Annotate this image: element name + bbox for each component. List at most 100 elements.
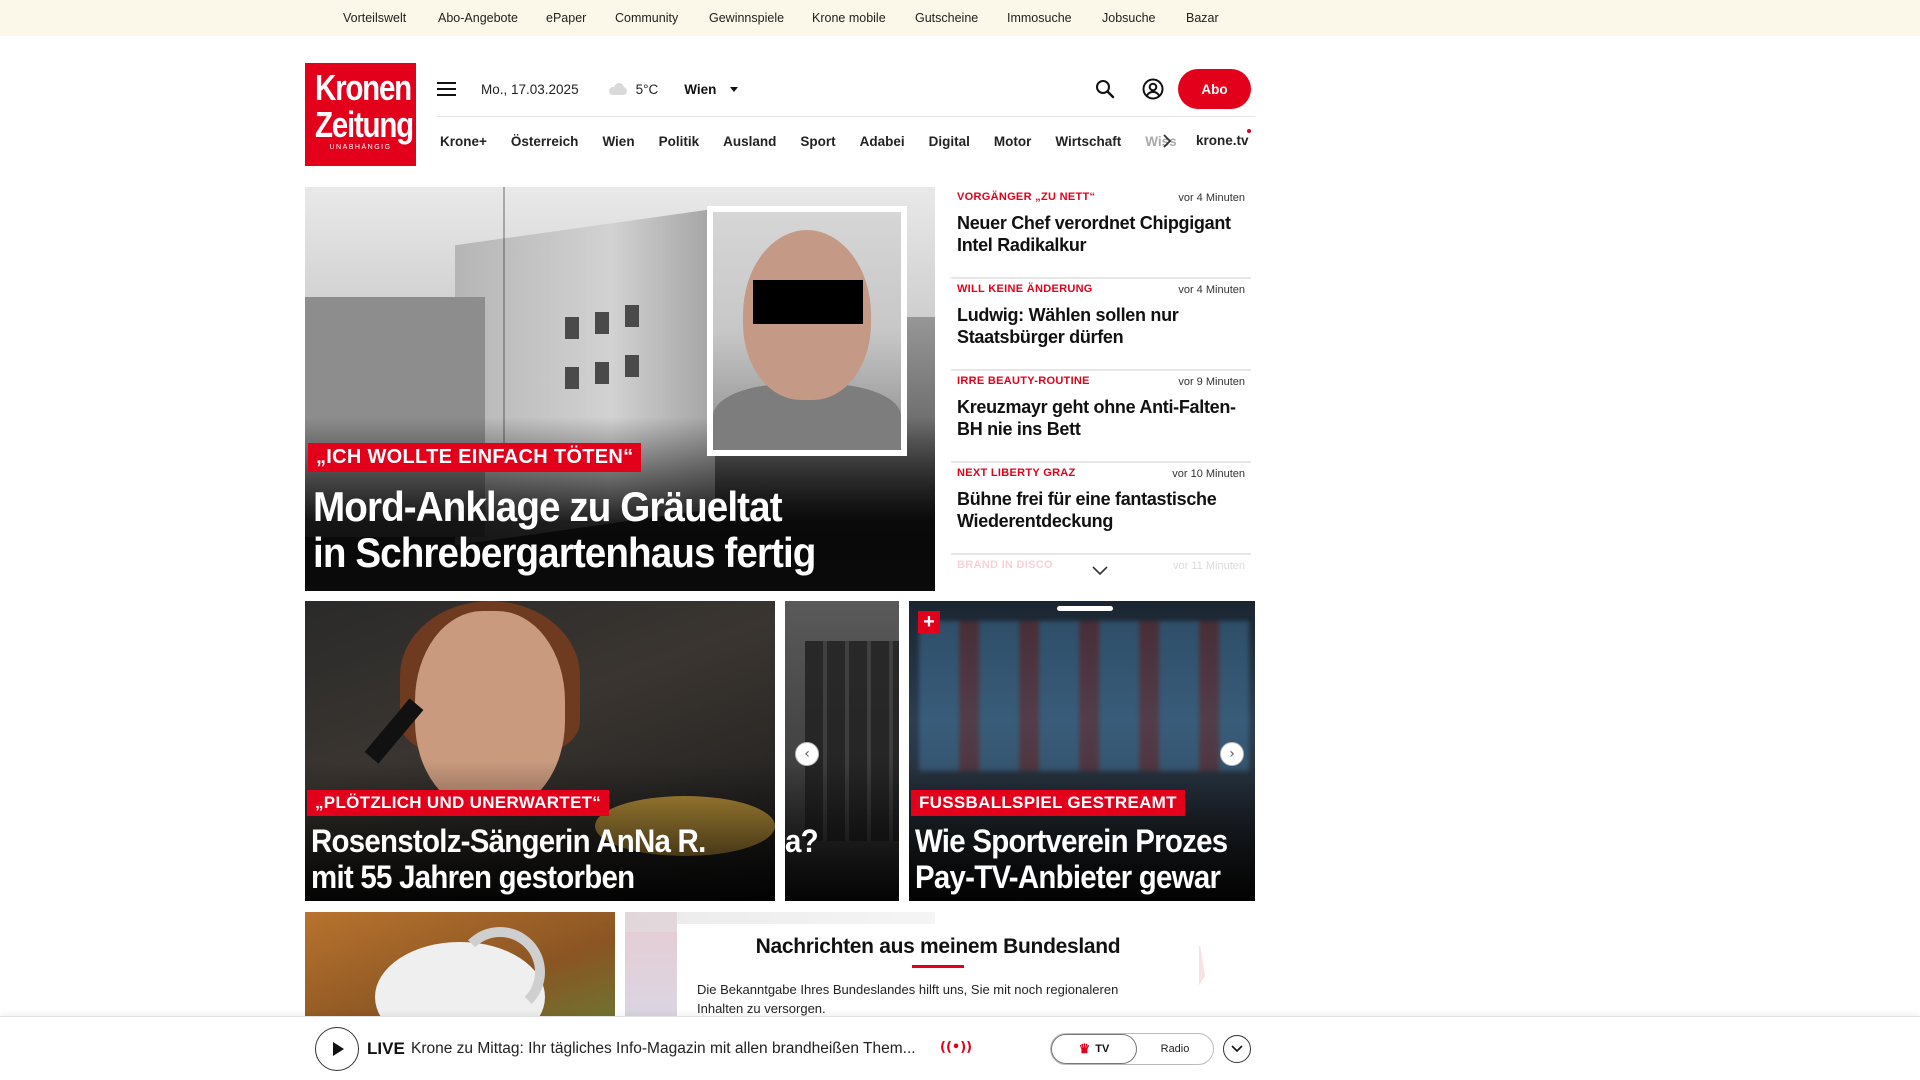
ticker-item[interactable]: NEXT LIBERTY GRAZ vor 10 Minuten Bühne f… (951, 463, 1251, 555)
card-headline-line2: a? (785, 823, 819, 859)
current-date: Mo., 17.03.2025 (481, 81, 579, 97)
ticker-time: vor 11 Minuten (1173, 560, 1245, 572)
kronen-zeitung-logo[interactable]: Kronen Zeitung UNABHÄNGIG (305, 63, 416, 166)
nav-item-adabei[interactable]: Adabei (860, 134, 905, 149)
carousel-indicator (1057, 606, 1113, 611)
card-headline-line1: Wie Sportverein Prozes (915, 823, 1228, 859)
utility-bar: Vorteilswelt Abo-Angebote ePaper Communi… (0, 0, 1920, 36)
crown-icon: ♛ (1078, 1041, 1091, 1056)
nav-item-wirtschaft[interactable]: Wirtschaft (1055, 134, 1121, 149)
ticker-item[interactable]: VORGÄNGER „ZU NETT“ vor 4 Minuten Neuer … (951, 187, 1251, 279)
mugshot-photo (707, 206, 907, 456)
nav-item-krone-plus[interactable]: Krone+ (440, 134, 487, 149)
temperature: 5°C (635, 81, 659, 97)
logo-line1: Kronen (314, 67, 412, 108)
bundesland-title: Nachrichten aus meinem Bundesland (755, 935, 1121, 958)
utility-link-gewinnspiele[interactable]: Gewinnspiele (709, 11, 812, 25)
live-player: LIVE Krone zu Mittag: Ihr tägliches Info… (0, 1016, 1920, 1080)
news-ticker: VORGÄNGER „ZU NETT“ vor 4 Minuten Neuer … (951, 187, 1251, 574)
krone-plus-icon: + (918, 611, 940, 633)
card-headline: Wie Sportverein Prozes Pay-TV-Anbieter g… (915, 823, 1228, 895)
radio-toggle-button[interactable]: Radio (1137, 1034, 1213, 1064)
nav-item-digital[interactable]: Digital (929, 134, 970, 149)
utility-link-vorteilswelt[interactable]: Vorteilswelt (343, 11, 438, 25)
section-nav: Krone+ Österreich Wien Politik Ausland S… (437, 116, 1255, 166)
card-headline-line2: Pay-TV-Anbieter gewar (915, 859, 1221, 895)
nav-item-politik[interactable]: Politik (659, 134, 700, 149)
live-indicator-dot (1247, 129, 1251, 133)
chevron-down-icon[interactable] (1223, 1035, 1251, 1063)
teaser-card-rosenstolz[interactable]: „PLÖTZLICH UND UNERWARTET“ Rosenstolz-Sä… (305, 601, 775, 901)
city-selector[interactable]: Wien (684, 82, 716, 97)
bundesland-text: Die Bekanntgabe Ihres Bundeslandes hilft… (697, 982, 1119, 1016)
search-icon[interactable] (1090, 74, 1120, 104)
hero-window (595, 362, 609, 384)
hero-headline-line2: in Schrebergartenhaus fertig (313, 529, 816, 576)
hero-image-tree (305, 187, 505, 447)
nav-item-wien[interactable]: Wien (602, 134, 634, 149)
ticker-headline: Ludwig: Wählen sollen nur Staatsbürger d… (957, 305, 1179, 347)
censor-bar (753, 280, 863, 324)
abo-button[interactable]: Abo (1178, 69, 1251, 109)
utility-link-jobsuche[interactable]: Jobsuche (1102, 11, 1186, 25)
utility-link-immosuche[interactable]: Immosuche (1007, 11, 1102, 25)
hero-window (565, 317, 579, 339)
ticker-time: vor 4 Minuten (1178, 192, 1245, 204)
logo-tagline: UNABHÄNGIG (329, 144, 392, 151)
ticker-headline: Neuer Chef verordnet Chipgigant Intel Ra… (957, 213, 1231, 255)
teaser-card-paytv[interactable]: + FUSSBALLSPIEL GESTREAMT Wie Sportverei… (909, 601, 1255, 901)
broadcast-icon: ((•)) (940, 1040, 973, 1055)
utility-link-abo-angebote[interactable]: Abo-Angebote (438, 11, 546, 25)
hero-headline[interactable]: Mord-Anklage zu Gräueltat in Schrebergar… (313, 484, 874, 576)
play-icon[interactable] (315, 1027, 359, 1071)
chevron-right-icon[interactable] (1159, 133, 1175, 149)
nav-item-sport[interactable]: Sport (800, 134, 835, 149)
nav-item-ausland[interactable]: Ausland (723, 134, 776, 149)
hero-window (625, 305, 639, 327)
utility-link-krone-mobile[interactable]: Krone mobile (812, 11, 915, 25)
card-kicker: FUSSBALLSPIEL GESTREAMT (911, 790, 1185, 816)
ticker-time: vor 10 Minuten (1172, 468, 1245, 480)
carousel-prev-button[interactable]: ‹ (795, 742, 819, 766)
ticker-headline: Kreuzmayr geht ohne Anti-Falten-BH nie i… (957, 397, 1236, 439)
card-headline: a? (785, 823, 819, 859)
hero-headline-line1: Mord-Anklage zu Gräueltat (313, 483, 783, 530)
nav-item-oesterreich[interactable]: Österreich (511, 134, 579, 149)
utility-links: Vorteilswelt Abo-Angebote ePaper Communi… (343, 0, 1246, 36)
menu-icon[interactable] (437, 74, 467, 104)
ticker-time: vor 4 Minuten (1178, 284, 1245, 296)
logo-line2: Zeitung (314, 104, 414, 145)
utility-link-gutscheine[interactable]: Gutscheine (915, 11, 1007, 25)
chevron-down-icon[interactable] (1091, 565, 1109, 577)
utility-link-bazar[interactable]: Bazar (1186, 11, 1246, 25)
tv-toggle-label: TV (1095, 1043, 1110, 1055)
hero-article[interactable]: „ICH WOLLTE EINFACH TÖTEN“ Mord-Anklage … (305, 187, 935, 591)
ticker-headline: Bühne frei für eine fantastische Wiedere… (957, 489, 1217, 531)
photo-goat-horn (455, 927, 545, 1017)
photo-tv-grid (919, 621, 1249, 771)
utility-link-community[interactable]: Community (615, 11, 709, 25)
hero-window (565, 367, 579, 389)
account-icon[interactable] (1138, 74, 1168, 104)
card-headline: Rosenstolz-Sängerin AnNa R. mit 55 Jahre… (311, 823, 706, 895)
tv-toggle-button[interactable]: ♛ TV (1051, 1034, 1137, 1064)
header-actions (1090, 69, 1168, 109)
card-headline-line1: Rosenstolz-Sängerin AnNa R. (311, 823, 706, 859)
live-label: LIVE (367, 1039, 405, 1058)
live-program-title[interactable]: Krone zu Mittag: Ihr tägliches Info-Maga… (411, 1040, 929, 1058)
bundesland-title-underline (912, 965, 964, 968)
nav-item-krone-tv[interactable]: krone.tv (1196, 133, 1249, 148)
ticker-item[interactable]: IRRE BEAUTY-ROUTINE vor 9 Minuten Kreuzm… (951, 371, 1251, 463)
ticker-item[interactable]: WILL KEINE ÄNDERUNG vor 4 Minuten Ludwig… (951, 279, 1251, 371)
carousel-next-button[interactable]: › (1220, 742, 1244, 766)
ticker-time: vor 9 Minuten (1178, 376, 1245, 388)
city-dropdown-icon[interactable] (730, 86, 739, 92)
nav-item-motor[interactable]: Motor (994, 134, 1032, 149)
utility-link-epaper[interactable]: ePaper (546, 11, 615, 25)
card-kicker: „PLÖTZLICH UND UNERWARTET“ (307, 790, 610, 816)
cloud-icon (607, 83, 629, 95)
hero-kicker: „ICH WOLLTE EINFACH TÖTEN“ (308, 443, 642, 472)
media-toggle: ♛ TV Radio (1050, 1033, 1214, 1065)
hero-window (595, 312, 609, 334)
hero-window (625, 355, 639, 377)
